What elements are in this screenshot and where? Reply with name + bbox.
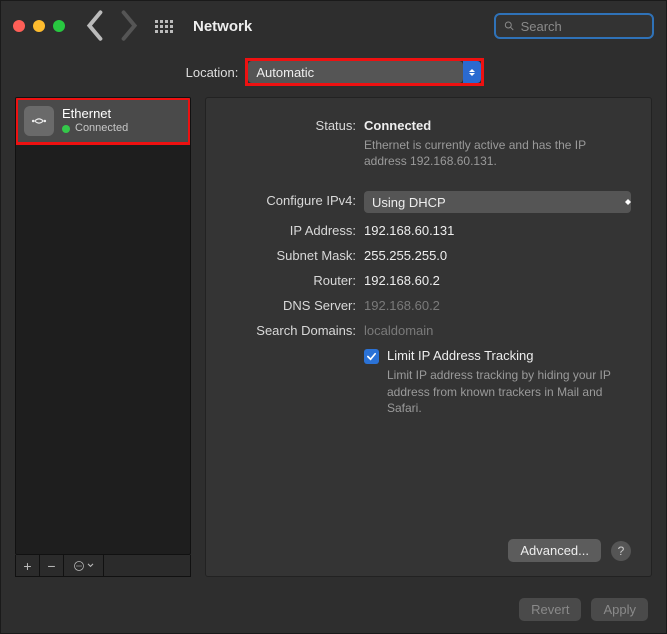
ip-label: IP Address: — [226, 221, 364, 238]
service-list: Ethernet Connected — [15, 97, 191, 555]
location-value: Automatic — [256, 65, 314, 80]
router-label: Router: — [226, 271, 364, 288]
service-name: Ethernet — [62, 106, 128, 122]
status-dot-icon — [62, 125, 70, 133]
search-domains-label: Search Domains: — [226, 321, 364, 338]
sidebar: Ethernet Connected + − — [15, 97, 191, 577]
service-item-ethernet[interactable]: Ethernet Connected — [16, 98, 190, 144]
add-service-button[interactable]: + — [16, 555, 40, 576]
configure-value: Using DHCP — [364, 195, 625, 210]
detail-panel: Status: Connected Ethernet is currently … — [205, 97, 652, 577]
search-input[interactable] — [521, 19, 644, 34]
remove-service-button[interactable]: − — [40, 555, 64, 576]
search-field[interactable] — [494, 13, 654, 39]
sidebar-tools: + − — [15, 555, 191, 577]
window-title: Network — [193, 18, 252, 35]
subnet-value: 255.255.255.0 — [364, 246, 631, 263]
location-label: Location: — [186, 65, 239, 80]
configure-ipv4-select[interactable]: Using DHCP — [364, 191, 631, 213]
chevron-updown-icon — [463, 61, 481, 83]
apply-button[interactable]: Apply — [591, 598, 648, 621]
location-row: Location: Automatic — [1, 51, 666, 97]
forward-button[interactable] — [117, 15, 139, 37]
service-actions-button[interactable] — [64, 555, 104, 576]
close-window-button[interactable] — [13, 20, 25, 32]
location-select[interactable]: Automatic — [248, 61, 481, 83]
footer: Revert Apply — [1, 585, 666, 633]
ethernet-icon — [24, 106, 54, 136]
help-button[interactable]: ? — [611, 541, 631, 561]
dns-label: DNS Server: — [226, 296, 364, 313]
status-value: Connected — [364, 118, 631, 133]
limit-ip-tracking-checkbox[interactable] — [364, 349, 379, 364]
ip-value: 192.168.60.131 — [364, 221, 631, 238]
window-controls — [13, 20, 65, 32]
search-icon — [504, 20, 515, 32]
router-value: 192.168.60.2 — [364, 271, 631, 288]
advanced-button[interactable]: Advanced... — [508, 539, 601, 562]
subnet-label: Subnet Mask: — [226, 246, 364, 263]
configure-label: Configure IPv4: — [226, 191, 364, 208]
status-label: Status: — [226, 116, 364, 133]
zoom-window-button[interactable] — [53, 20, 65, 32]
ellipsis-circle-icon — [73, 560, 85, 572]
back-button[interactable] — [85, 15, 107, 37]
search-domains-value: localdomain — [364, 321, 631, 338]
limit-ip-desc: Limit IP address tracking by hiding your… — [387, 367, 631, 416]
service-status: Connected — [75, 122, 128, 136]
dns-value: 192.168.60.2 — [364, 296, 631, 313]
check-icon — [366, 351, 377, 362]
show-all-icon[interactable] — [155, 17, 173, 35]
body: Ethernet Connected + − — [1, 97, 666, 585]
limit-ip-label: Limit IP Address Tracking — [387, 348, 631, 363]
window: Network Location: Automatic Ether — [0, 0, 667, 634]
chevron-updown-icon — [625, 199, 631, 205]
minimize-window-button[interactable] — [33, 20, 45, 32]
titlebar: Network — [1, 1, 666, 51]
chevron-down-icon — [87, 563, 94, 568]
status-desc: Ethernet is currently active and has the… — [364, 137, 624, 169]
revert-button[interactable]: Revert — [519, 598, 581, 621]
